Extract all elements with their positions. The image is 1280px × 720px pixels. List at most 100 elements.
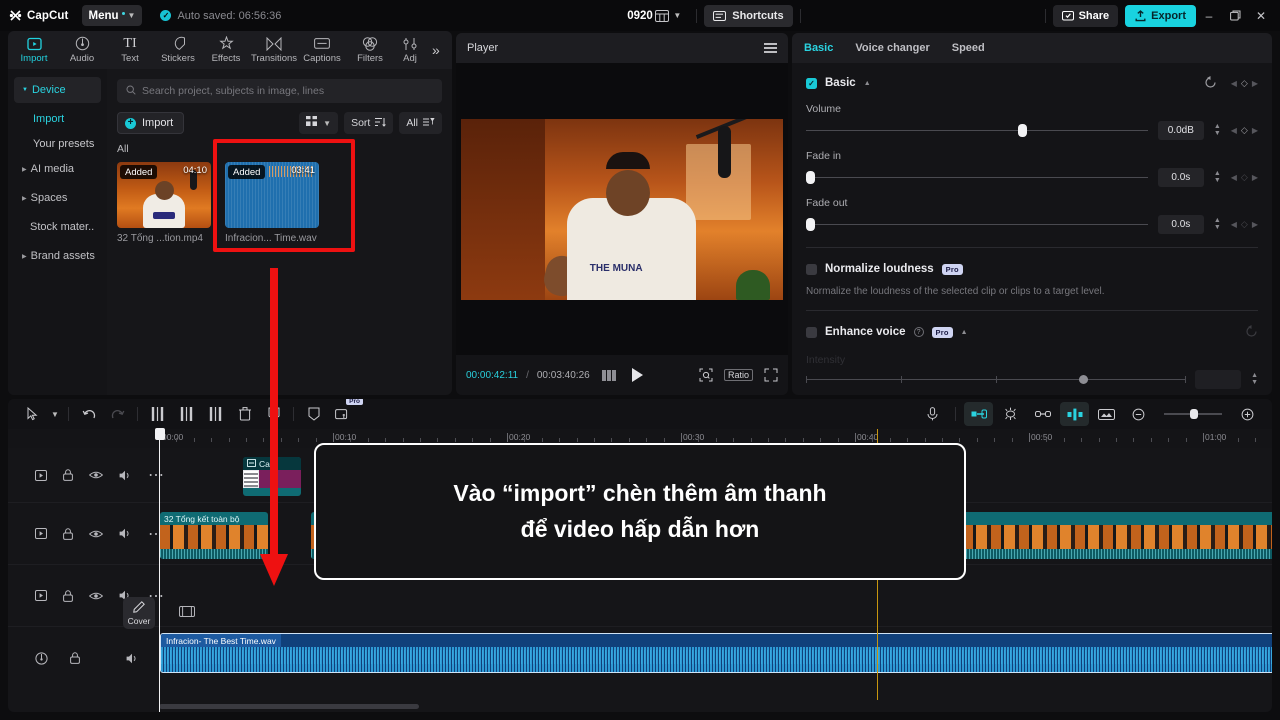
search-input[interactable]: Search project, subjects in image, lines [117,79,442,103]
clip-icon[interactable] [35,590,47,601]
player-menu-icon[interactable] [764,43,777,53]
eye-icon[interactable] [89,470,103,480]
audio-icon[interactable] [35,651,48,665]
trim-right-icon[interactable] [201,402,230,426]
sidebar-item-device[interactable]: ▼ Device [14,77,101,103]
basic-checkbox[interactable]: ✓ [806,77,817,89]
tab-adjust[interactable]: Adj [394,31,426,69]
keyframe-icon[interactable]: ◇ [1241,78,1248,89]
video-clip-a[interactable]: 32 Tổng kết toàn bộ [160,512,268,559]
mask-icon[interactable] [299,402,328,426]
auto-caption-icon[interactable]: Pro [328,399,363,426]
keyframe-prev-icon[interactable]: ◀ [1231,126,1237,135]
shortcuts-button[interactable]: Shortcuts [704,4,793,27]
record-voiceover-icon[interactable] [918,402,947,426]
caption-clip[interactable]: Cap [243,457,301,496]
lock-icon[interactable] [63,527,73,540]
filter-button[interactable]: All [399,112,442,134]
volume-stepper[interactable]: ▲ ▼ [1214,123,1221,138]
sidebar-item-brand-assets[interactable]: ▶ Brand assets [14,243,101,269]
redo-icon[interactable] [103,402,132,426]
ratio-button[interactable]: Ratio [723,369,753,381]
delete-icon[interactable] [230,402,259,426]
frame-list-icon[interactable] [601,369,616,381]
tab-filters[interactable]: Filters [346,31,394,69]
keyframe-next-icon[interactable]: ▶ [1252,126,1258,135]
maximize-button[interactable] [1222,3,1248,29]
normalize-checkbox[interactable] [806,263,817,275]
lock-icon[interactable] [63,589,73,602]
speaker-icon[interactable] [119,528,132,539]
lock-icon[interactable] [63,469,73,481]
undo-icon[interactable] [74,402,103,426]
close-button[interactable]: ✕ [1248,3,1274,29]
volume-slider[interactable] [806,124,1148,137]
cover-button[interactable]: Cover [123,597,155,629]
zoom-out-icon[interactable] [1124,402,1153,426]
eye-icon[interactable] [89,591,103,601]
tab-text[interactable]: TI Text [106,31,154,69]
speaker-icon[interactable] [119,470,132,481]
magnet-snap-icon[interactable] [964,402,993,426]
keyframe-icon[interactable]: ◇ [1241,125,1248,136]
tab-effects[interactable]: Effects [202,31,250,69]
playhead-handle[interactable] [154,428,165,440]
tab-import[interactable]: Import [10,31,58,69]
split-icon[interactable] [143,402,172,426]
tab-stickers[interactable]: Stickers [154,31,202,69]
sidebar-item-ai-media[interactable]: ▶ AI media [14,156,101,182]
view-mode-button[interactable]: ▼ [299,112,339,134]
media-item-audio[interactable]: Added 03:41 Infracion... Time.wav [225,162,319,244]
fade-in-slider[interactable] [806,171,1148,184]
fullscreen-icon[interactable] [764,368,778,382]
freeze-frame-icon[interactable] [259,402,288,426]
zoom-slider[interactable] [1164,409,1222,419]
link-clips-icon[interactable] [1028,402,1057,426]
lock-icon[interactable] [70,652,80,664]
chevron-up-icon[interactable]: ▲ [864,80,871,87]
sidebar-item-your-presets[interactable]: Your presets [14,131,101,156]
chevron-up-icon[interactable]: ▲ [961,329,968,336]
fade-out-value[interactable]: 0.0s [1157,215,1204,234]
intensity-stepper[interactable]: ▲ ▼ [1251,372,1258,387]
tab-voice-changer[interactable]: Voice changer [855,42,929,54]
enhance-checkbox[interactable] [806,326,817,338]
export-button[interactable]: Export [1125,4,1196,27]
trim-left-icon[interactable] [172,402,201,426]
media-item-video[interactable]: Added 04:10 32 Tổng ...tion.mp4 [117,162,211,244]
menu-button[interactable]: Menu ▼ [81,5,143,26]
fade-out-slider[interactable] [806,218,1148,231]
zoom-in-icon[interactable] [1233,402,1262,426]
help-icon[interactable]: ? [913,327,924,337]
speaker-icon[interactable] [126,653,139,664]
zoom-fit-icon[interactable] [699,368,713,382]
fade-in-value[interactable]: 0.0s [1157,168,1204,187]
timeline-horizontal-scrollbar[interactable] [159,704,419,709]
more-tabs-icon[interactable]: » [428,42,444,58]
intensity-slider[interactable] [806,374,1187,386]
volume-value[interactable]: 0.0dB [1157,121,1204,140]
tab-transitions[interactable]: Transitions [250,31,298,69]
auto-adjust-icon[interactable] [996,402,1025,426]
sidebar-item-spaces[interactable]: ▶ Spaces [14,185,101,211]
import-media-button[interactable]: + Import [117,112,185,134]
keyframe-next-icon[interactable]: ▶ [1252,79,1258,88]
tab-basic[interactable]: Basic [804,42,833,54]
sort-button[interactable]: Sort [344,112,394,134]
sidebar-item-import[interactable]: Import [14,106,101,131]
fade-in-stepper[interactable]: ▲ ▼ [1214,170,1221,185]
audio-clip[interactable]: Infracion- The Best Time.wav [160,633,1272,673]
playhead[interactable] [154,428,165,712]
tab-speed[interactable]: Speed [952,42,985,54]
play-button[interactable] [631,368,643,382]
preview-thumbnails-icon[interactable] [1092,402,1121,426]
share-button[interactable]: Share [1052,4,1119,27]
keyframe-prev-icon[interactable]: ◀ [1231,79,1237,88]
select-tool-icon[interactable] [18,402,47,426]
tool-dropdown-icon[interactable]: ▼ [47,402,63,426]
minimize-button[interactable]: – [1196,3,1222,29]
reset-icon[interactable] [1204,75,1217,91]
fade-out-stepper[interactable]: ▲ ▼ [1214,217,1221,232]
audio-waveform-toggle-icon[interactable] [1060,402,1089,426]
intensity-value[interactable] [1195,370,1242,389]
